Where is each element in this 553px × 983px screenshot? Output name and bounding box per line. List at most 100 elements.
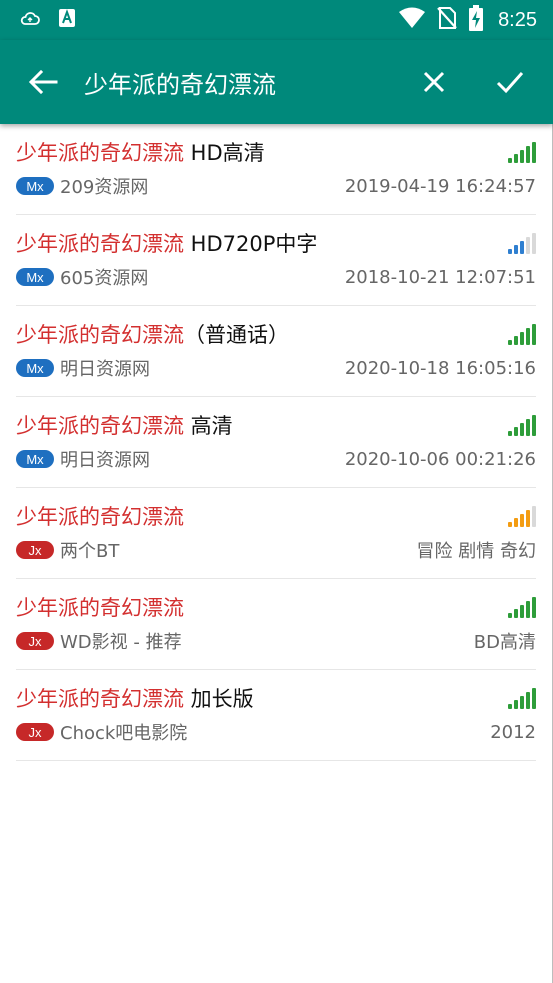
source-name: WD影视 - 推荐 <box>60 632 182 653</box>
signal-bar <box>520 241 524 254</box>
search-toolbar: 少年派的奇幻漂流 <box>0 40 553 124</box>
signal-bar <box>508 158 512 163</box>
signal-bar <box>508 431 512 436</box>
signal-bar <box>532 142 536 163</box>
battery-charging-icon <box>468 5 484 35</box>
title-match: 少年派的奇幻漂流 <box>16 141 184 165</box>
back-button[interactable] <box>14 53 72 111</box>
signal-bar <box>520 150 524 163</box>
item-meta: 2012 <box>490 721 536 743</box>
signal-bar <box>508 704 512 709</box>
source-badge: Jx <box>16 723 54 741</box>
signal-bar <box>532 415 536 436</box>
signal-bar <box>526 510 530 527</box>
no-sim-icon <box>436 6 458 34</box>
signal-strength-icon <box>508 323 536 345</box>
source-name: Chock吧电影院 <box>60 723 188 744</box>
signal-bar <box>508 613 512 618</box>
source-badge: Jx <box>16 632 54 650</box>
item-meta: BD高清 <box>473 632 536 653</box>
signal-bar <box>520 514 524 527</box>
signal-bar <box>514 518 518 527</box>
signal-bar <box>520 696 524 709</box>
item-title-row: 少年派的奇幻漂流 HD高清 <box>16 138 536 166</box>
item-meta-row: Mx 605资源网 2018-10-21 12:07:51 <box>16 265 536 289</box>
item-title: 少年派的奇幻漂流（普通话） <box>16 319 289 349</box>
list-item[interactable]: 少年派的奇幻漂流 高清 Mx 明日资源网 2020-10-06 00:21:26 <box>16 397 536 488</box>
signal-strength-icon <box>508 414 536 436</box>
search-query[interactable]: 少年派的奇幻漂流 <box>84 65 405 100</box>
list-item[interactable]: 少年派的奇幻漂流 Jx WD影视 - 推荐 BD高清 <box>16 579 536 670</box>
source-badge: Mx <box>16 268 54 286</box>
signal-bar <box>520 423 524 436</box>
signal-bar <box>514 427 518 436</box>
item-title-row: 少年派的奇幻漂流（普通话） <box>16 320 536 348</box>
source-name: 605资源网 <box>60 268 149 289</box>
item-title: 少年派的奇幻漂流 HD高清 <box>16 137 265 167</box>
item-meta-row: Mx 明日资源网 2020-10-06 00:21:26 <box>16 447 536 471</box>
item-meta: 2020-10-18 16:05:16 <box>344 357 536 379</box>
item-meta-row: Mx 209资源网 2019-04-19 16:24:57 <box>16 174 536 198</box>
check-icon <box>496 72 524 94</box>
item-meta: 2018-10-21 12:07:51 <box>344 266 536 288</box>
item-meta-row: Jx WD影视 - 推荐 BD高清 <box>16 629 536 653</box>
title-match: 少年派的奇幻漂流 <box>16 687 184 711</box>
signal-strength-icon <box>508 596 536 618</box>
signal-bar <box>514 609 518 618</box>
list-item[interactable]: 少年派的奇幻漂流 Jx 两个BT 冒险 剧情 奇幻 <box>16 488 536 579</box>
clock: 8:25 <box>498 8 537 31</box>
signal-bar <box>526 237 530 254</box>
signal-bar <box>532 506 536 527</box>
item-meta: 冒险 剧情 奇幻 <box>416 541 536 562</box>
signal-strength-icon <box>508 141 536 163</box>
item-title: 少年派的奇幻漂流 HD720P中字 <box>16 228 317 258</box>
source-badge: Mx <box>16 359 54 377</box>
signal-bar <box>520 605 524 618</box>
item-meta-row: Jx Chock吧电影院 2012 <box>16 720 536 744</box>
source-badge: Mx <box>16 450 54 468</box>
clear-button[interactable] <box>405 53 463 111</box>
title-match: 少年派的奇幻漂流 <box>16 414 184 438</box>
source-badge: Jx <box>16 541 54 559</box>
signal-bar <box>514 154 518 163</box>
title-match: 少年派的奇幻漂流 <box>16 596 184 620</box>
title-rest: 高清 <box>184 414 233 438</box>
cloud-sync-icon <box>20 11 40 30</box>
item-title-row: 少年派的奇幻漂流 高清 <box>16 411 536 439</box>
signal-bar <box>508 340 512 345</box>
wifi-icon <box>398 7 426 33</box>
item-meta-row: Jx 两个BT 冒险 剧情 奇幻 <box>16 538 536 562</box>
signal-bar <box>532 233 536 254</box>
signal-bar <box>526 692 530 709</box>
signal-bar <box>526 419 530 436</box>
source-name: 明日资源网 <box>60 450 150 471</box>
close-icon <box>423 71 445 93</box>
list-item[interactable]: 少年派的奇幻漂流 HD高清 Mx 209资源网 2019-04-19 16:24… <box>16 124 536 215</box>
title-rest: （普通话） <box>184 323 289 347</box>
title-match: 少年派的奇幻漂流 <box>16 323 184 347</box>
signal-bar <box>526 328 530 345</box>
list-item[interactable]: 少年派的奇幻漂流（普通话） Mx 明日资源网 2020-10-18 16:05:… <box>16 306 536 397</box>
signal-bar <box>520 332 524 345</box>
item-title: 少年派的奇幻漂流 <box>16 592 184 622</box>
source-name: 明日资源网 <box>60 359 150 380</box>
signal-bar <box>532 597 536 618</box>
item-title-row: 少年派的奇幻漂流 <box>16 593 536 621</box>
list-item[interactable]: 少年派的奇幻漂流 加长版 Jx Chock吧电影院 2012 <box>16 670 536 761</box>
title-rest: HD高清 <box>184 141 265 165</box>
signal-bar <box>526 146 530 163</box>
arrow-left-icon <box>28 70 58 94</box>
signal-bar <box>508 249 512 254</box>
confirm-button[interactable] <box>481 53 539 111</box>
item-meta-row: Mx 明日资源网 2020-10-18 16:05:16 <box>16 356 536 380</box>
item-title-row: 少年派的奇幻漂流 加长版 <box>16 684 536 712</box>
result-list: 少年派的奇幻漂流 HD高清 Mx 209资源网 2019-04-19 16:24… <box>16 124 536 761</box>
item-title: 少年派的奇幻漂流 <box>16 501 184 531</box>
signal-bar <box>526 601 530 618</box>
signal-strength-icon <box>508 505 536 527</box>
signal-bar <box>532 324 536 345</box>
signal-bar <box>508 522 512 527</box>
app-notification-icon <box>58 8 76 32</box>
list-item[interactable]: 少年派的奇幻漂流 HD720P中字 Mx 605资源网 2018-10-21 1… <box>16 215 536 306</box>
signal-bar <box>514 336 518 345</box>
